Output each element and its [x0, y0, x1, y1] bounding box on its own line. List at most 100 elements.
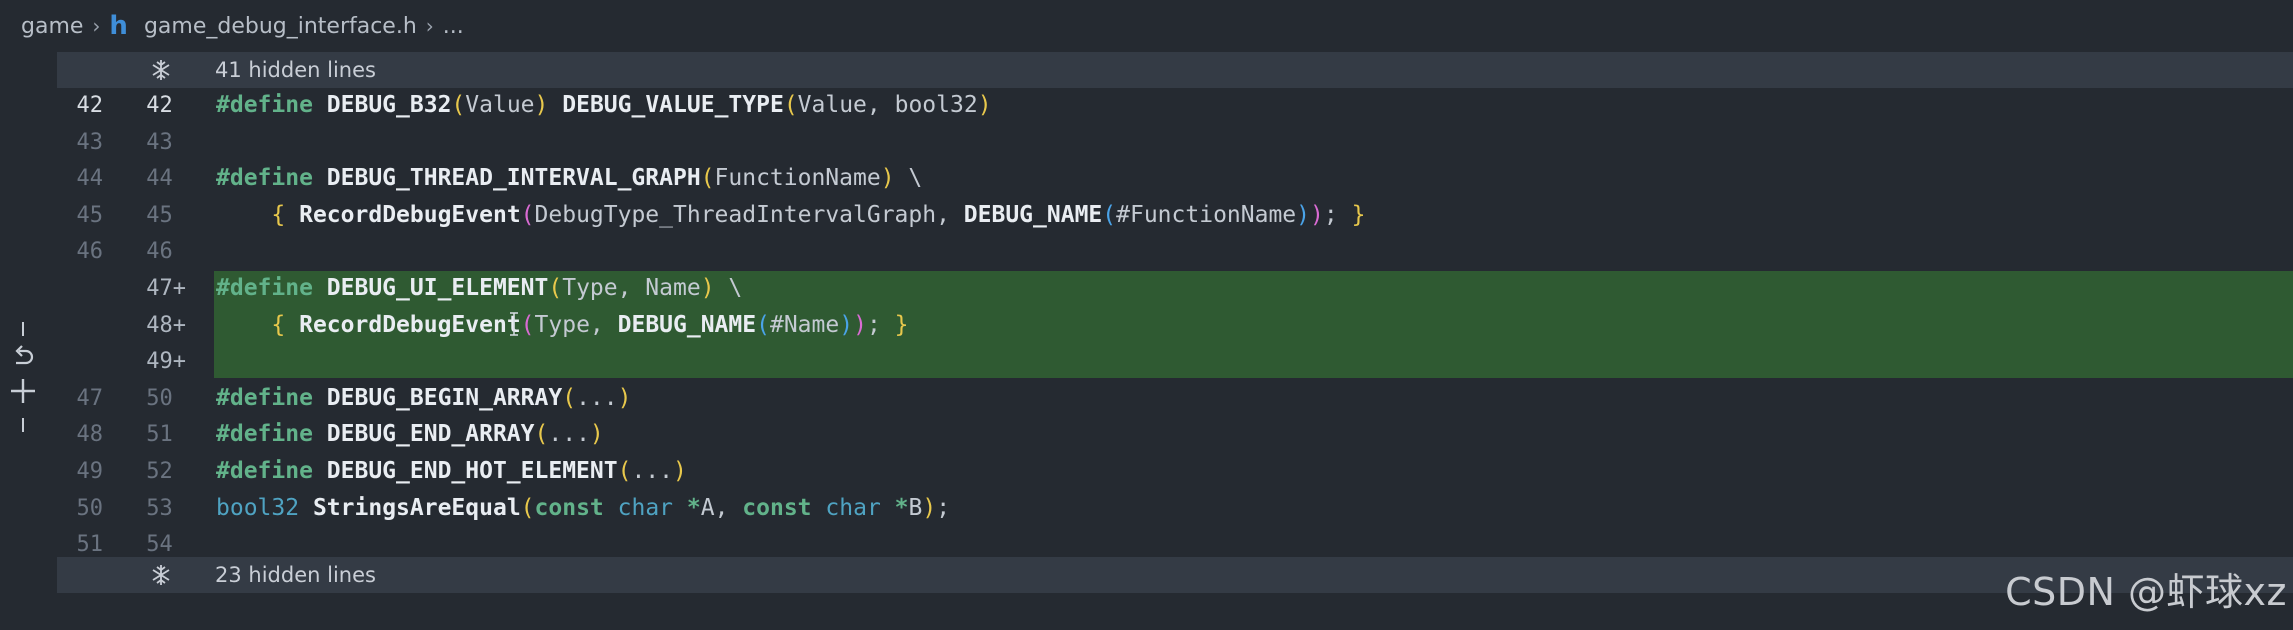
- code-text[interactable]: #define DEBUG_THREAD_INTERVAL_GRAPH(Func…: [216, 161, 922, 197]
- unfold-icon[interactable]: [149, 563, 173, 587]
- code-token: Type, Name: [562, 275, 701, 301]
- code-line[interactable]: 50 53 bool32 StringsAreEqual(const char *…: [57, 491, 2293, 527]
- code-token: A,: [700, 494, 743, 521]
- original-line-number: 42: [76, 93, 104, 118]
- original-line-number: 49: [76, 459, 104, 484]
- chevron-right-icon: ›: [92, 14, 101, 38]
- original-line-number: 50: [76, 495, 104, 521]
- code-token: DEBUG_B32: [326, 92, 452, 118]
- gutter-tick: [22, 322, 24, 336]
- quick-diff-gutter: [0, 52, 57, 630]
- code-line[interactable]: 47 50 #define DEBUG_BEGIN_ARRAY(...): [57, 381, 2293, 417]
- modified-line-number: 46: [109, 234, 186, 270]
- diff-actions: [8, 322, 42, 437]
- modified-line-number: 48+: [109, 308, 186, 344]
- unfold-icon[interactable]: [149, 58, 173, 82]
- code-line[interactable]: 44 44 #define DEBUG_THREAD_INTERVAL_GRAPH…: [57, 161, 2293, 197]
- modified-line-number: 47+: [109, 271, 186, 307]
- code-text[interactable]: #define DEBUG_BEGIN_ARRAY(...): [216, 381, 631, 417]
- line-number-text: 46: [146, 239, 173, 265]
- code-line-added[interactable]: 48+ { RecordDebugEvent(Type, DEBUG_NAME(…: [57, 308, 2293, 344]
- code-token: ): [700, 275, 715, 301]
- code-text[interactable]: { RecordDebugEvent(Type, DEBUG_NAME(#Nam…: [216, 308, 908, 344]
- code-token: (: [562, 384, 577, 411]
- line-number-text: 44: [146, 166, 173, 192]
- code-token: (: [451, 92, 466, 118]
- modified-line-number: 53: [109, 491, 186, 527]
- code-token: RecordDebugEvent: [299, 201, 521, 228]
- code-token: DEBUG_NAME: [617, 311, 757, 338]
- code-token: \: [894, 165, 923, 192]
- code-token: ...: [576, 384, 618, 411]
- added-marker-spacer: [173, 532, 186, 557]
- watermark: CSDN @虾球xz: [2005, 570, 2287, 614]
- code-text[interactable]: #define DEBUG_END_ARRAY(...): [216, 417, 604, 453]
- code-text[interactable]: #define DEBUG_B32(Value) DEBUG_VALUE_TYP…: [216, 88, 992, 124]
- code-text[interactable]: { RecordDebugEvent(DebugType_ThreadInter…: [216, 198, 1365, 234]
- code-line[interactable]: 46 46: [57, 234, 2293, 270]
- chevron-right-icon: ›: [425, 14, 434, 38]
- gutter-footer: [57, 593, 217, 630]
- code-token: RecordDebugEvent: [299, 311, 521, 338]
- code-token: #define: [216, 458, 313, 484]
- stage-plus-icon[interactable]: [8, 376, 38, 406]
- added-marker: +: [172, 276, 186, 301]
- breadcrumb-file[interactable]: game_debug_interface.h: [144, 14, 417, 39]
- code-token: Type,: [534, 311, 618, 338]
- code-token: (: [520, 494, 535, 521]
- code-line[interactable]: 43 43: [57, 125, 2293, 161]
- hidden-lines-bar-top[interactable]: 41 hidden lines: [57, 52, 2293, 88]
- code-token: (: [700, 165, 715, 192]
- breadcrumb: game › h game_debug_interface.h › ...: [0, 0, 2293, 52]
- code-token: (: [783, 92, 798, 118]
- hidden-lines-bar-bottom[interactable]: 23 hidden lines: [57, 557, 2293, 593]
- code-token: (: [617, 458, 632, 484]
- added-marker-spacer: [173, 203, 186, 228]
- code-line-added[interactable]: 49+: [57, 344, 2293, 380]
- code-token: StringsAreEqual: [312, 494, 521, 521]
- code-token: \: [714, 275, 743, 301]
- code-token: DEBUG_END_ARRAY: [326, 421, 535, 448]
- modified-line-number: 50: [109, 381, 186, 417]
- added-marker-spacer: [173, 496, 186, 521]
- added-marker-spacer: [173, 422, 186, 447]
- code-token: }: [1351, 201, 1366, 228]
- code-token: B: [908, 494, 923, 521]
- code-token: (: [534, 421, 549, 448]
- code-token: #define: [216, 165, 313, 192]
- code-line[interactable]: 42 42 #define DEBUG_B32(Value) DEBUG_VALU…: [57, 88, 2293, 124]
- code-line[interactable]: 49 52 #define DEBUG_END_HOT_ELEMENT(...): [57, 454, 2293, 490]
- revert-icon[interactable]: [10, 344, 38, 370]
- breadcrumb-folder[interactable]: game: [21, 14, 83, 39]
- code-token: ): [977, 92, 992, 118]
- code-line[interactable]: 45 45 { RecordDebugEvent(DebugType_Thread…: [57, 198, 2293, 234]
- code-token: DEBUG_BEGIN_ARRAY: [326, 384, 563, 411]
- original-line-number: 45: [76, 202, 104, 228]
- text-cursor-icon: [510, 312, 518, 336]
- diff-editor[interactable]: 42 42 #define DEBUG_B32(Value) DEBUG_VALU…: [57, 88, 2293, 557]
- code-token: DEBUG_VALUE_TYPE: [562, 92, 784, 118]
- code-text[interactable]: #define DEBUG_UI_ELEMENT(Type, Name) \: [216, 271, 742, 307]
- code-token: ): [880, 165, 895, 192]
- added-marker: +: [172, 312, 186, 338]
- breadcrumb-symbols[interactable]: ...: [443, 14, 464, 39]
- code-text[interactable]: bool32 StringsAreEqual(const char *A, co…: [216, 491, 950, 527]
- code-token: (: [1102, 201, 1117, 228]
- modified-line-number: 44: [109, 161, 186, 197]
- hidden-lines-label: 41 hidden lines: [215, 58, 376, 82]
- added-marker-spacer: [173, 93, 186, 118]
- code-token: {: [271, 201, 286, 228]
- code-token: ...: [548, 421, 590, 448]
- code-text[interactable]: #define DEBUG_END_HOT_ELEMENT(...): [216, 454, 687, 490]
- code-token: #define: [216, 275, 313, 301]
- code-line[interactable]: 48 51 #define DEBUG_END_ARRAY(...): [57, 417, 2293, 453]
- code-line-added[interactable]: 47+ #define DEBUG_UI_ELEMENT(Type, Name) …: [57, 271, 2293, 307]
- code-token: ): [617, 384, 632, 411]
